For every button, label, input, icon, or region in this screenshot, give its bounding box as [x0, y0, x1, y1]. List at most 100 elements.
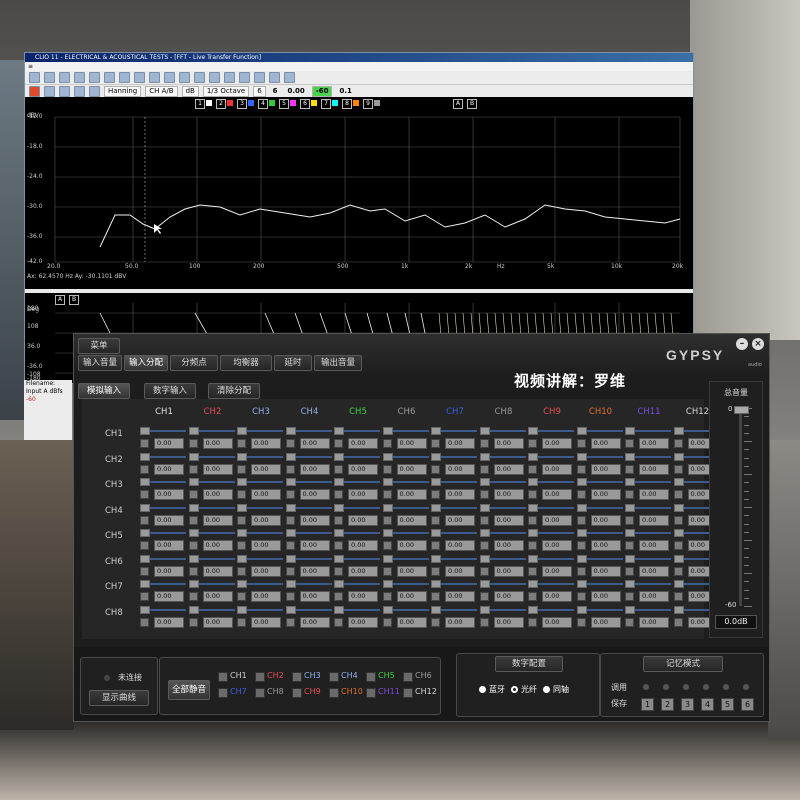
chart2-icon[interactable]	[164, 72, 175, 83]
phase-marker-button[interactable]: A	[55, 295, 65, 305]
route-checkbox[interactable]	[479, 592, 489, 601]
gain-slider-knob[interactable]	[382, 554, 393, 563]
wave-icon[interactable]	[194, 72, 205, 83]
meter-icon[interactable]	[239, 72, 250, 83]
chart3-icon[interactable]	[179, 72, 190, 83]
route-checkbox[interactable]	[625, 617, 634, 627]
route-checkbox[interactable]	[285, 439, 295, 448]
route-checkbox[interactable]	[479, 541, 489, 550]
route-checkbox[interactable]	[334, 439, 343, 448]
frequency-plot[interactable]: dBV Ax: 62.4570 Hz Ay: -30.1101 dBV -12.…	[25, 97, 693, 289]
menu-button[interactable]: 菜单	[78, 338, 120, 354]
route-checkbox[interactable]	[576, 490, 586, 499]
go-icon[interactable]	[44, 86, 55, 97]
route-checkbox[interactable]	[382, 541, 392, 550]
route-checkbox[interactable]	[528, 515, 537, 525]
help-icon[interactable]	[284, 72, 295, 83]
gain-slider-knob[interactable]	[237, 503, 247, 512]
gain-slider-knob[interactable]	[528, 503, 538, 512]
route-checkbox[interactable]	[479, 439, 489, 448]
gain-slider-knob[interactable]	[237, 605, 247, 614]
subtab-0[interactable]: 模拟输入	[78, 383, 130, 399]
route-checkbox[interactable]	[140, 592, 149, 601]
route-checkbox[interactable]	[625, 490, 634, 499]
route-checkbox[interactable]	[382, 439, 392, 448]
gain-slider-knob[interactable]	[576, 605, 587, 614]
tab-1[interactable]: 输入分配	[124, 355, 168, 371]
window-select[interactable]: Hanning	[104, 86, 142, 97]
gain-slider-knob[interactable]	[237, 554, 247, 563]
gain-slider-knob[interactable]	[479, 605, 490, 614]
route-checkbox[interactable]	[140, 541, 149, 550]
gain-slider-knob[interactable]	[625, 452, 635, 461]
gain-slider-knob[interactable]	[237, 580, 247, 588]
route-checkbox[interactable]	[237, 617, 246, 627]
gain-slider-knob[interactable]	[285, 554, 296, 563]
minimize-icon[interactable]: –	[736, 338, 748, 350]
tab-4[interactable]: 延时	[274, 355, 312, 371]
gain-slider-knob[interactable]	[673, 554, 684, 563]
route-checkbox[interactable]	[334, 464, 343, 474]
route-checkbox[interactable]	[576, 566, 586, 576]
gain-slider-knob[interactable]	[479, 503, 490, 512]
gain-slider-knob[interactable]	[285, 427, 296, 435]
pen-icon[interactable]	[254, 72, 265, 83]
route-checkbox[interactable]	[479, 490, 489, 499]
gain-slider-knob[interactable]	[576, 478, 587, 486]
mute-checkbox[interactable]	[403, 672, 413, 682]
gain-slider-knob[interactable]	[285, 452, 296, 461]
subtab-1[interactable]: 数字输入	[144, 383, 196, 399]
gain-slider-knob[interactable]	[528, 529, 538, 537]
route-checkbox[interactable]	[528, 490, 537, 499]
route-checkbox[interactable]	[528, 617, 537, 627]
route-checkbox[interactable]	[479, 464, 489, 474]
route-checkbox[interactable]	[188, 464, 198, 474]
save-slot-button[interactable]: 5	[721, 698, 734, 711]
gain-slider-knob[interactable]	[188, 554, 199, 563]
redo-icon[interactable]	[104, 72, 115, 83]
recall-led-6[interactable]	[743, 684, 749, 690]
gain-slider-knob[interactable]	[625, 554, 635, 563]
route-checkbox[interactable]	[673, 541, 683, 550]
gain-slider-knob[interactable]	[140, 427, 150, 435]
route-checkbox[interactable]	[334, 617, 343, 627]
route-checkbox[interactable]	[431, 541, 440, 550]
gain-slider-knob[interactable]	[673, 478, 684, 486]
marker-button[interactable]: 5	[279, 99, 289, 109]
route-checkbox[interactable]	[528, 541, 537, 550]
gain-slider-knob[interactable]	[140, 503, 150, 512]
gain-slider-knob[interactable]	[625, 427, 635, 435]
mute-checkbox[interactable]	[292, 672, 302, 682]
marker-button[interactable]: 2	[216, 99, 226, 109]
route-checkbox[interactable]	[431, 490, 440, 499]
gain-slider-knob[interactable]	[285, 529, 296, 537]
route-checkbox[interactable]	[237, 490, 246, 499]
gain-slider-knob[interactable]	[334, 605, 344, 614]
gain-slider-knob[interactable]	[625, 529, 635, 537]
route-checkbox[interactable]	[382, 617, 392, 627]
route-checkbox[interactable]	[576, 439, 586, 448]
route-checkbox[interactable]	[528, 439, 537, 448]
route-checkbox[interactable]	[625, 541, 634, 550]
mute-checkbox[interactable]	[255, 688, 265, 698]
gain-slider-knob[interactable]	[334, 580, 344, 588]
gain-slider-knob[interactable]	[625, 503, 635, 512]
route-checkbox[interactable]	[528, 566, 537, 576]
mute-checkbox[interactable]	[218, 688, 228, 698]
route-checkbox[interactable]	[188, 490, 198, 499]
route-checkbox[interactable]	[140, 464, 149, 474]
marker-button[interactable]: 7	[321, 99, 331, 109]
gain-slider-knob[interactable]	[237, 478, 247, 486]
route-checkbox[interactable]	[285, 515, 295, 525]
gain-slider-knob[interactable]	[140, 478, 150, 486]
gain-slider-knob[interactable]	[576, 529, 587, 537]
route-checkbox[interactable]	[237, 566, 246, 576]
gain-slider-knob[interactable]	[431, 478, 441, 486]
v1-field[interactable]: 6	[253, 86, 266, 97]
mute-checkbox[interactable]	[218, 672, 228, 682]
route-checkbox[interactable]	[625, 515, 634, 525]
recall-led-4[interactable]	[703, 684, 709, 690]
all-mute-button[interactable]: 全部静音	[168, 680, 210, 700]
mute-checkbox[interactable]	[403, 688, 413, 698]
route-checkbox[interactable]	[673, 617, 683, 627]
